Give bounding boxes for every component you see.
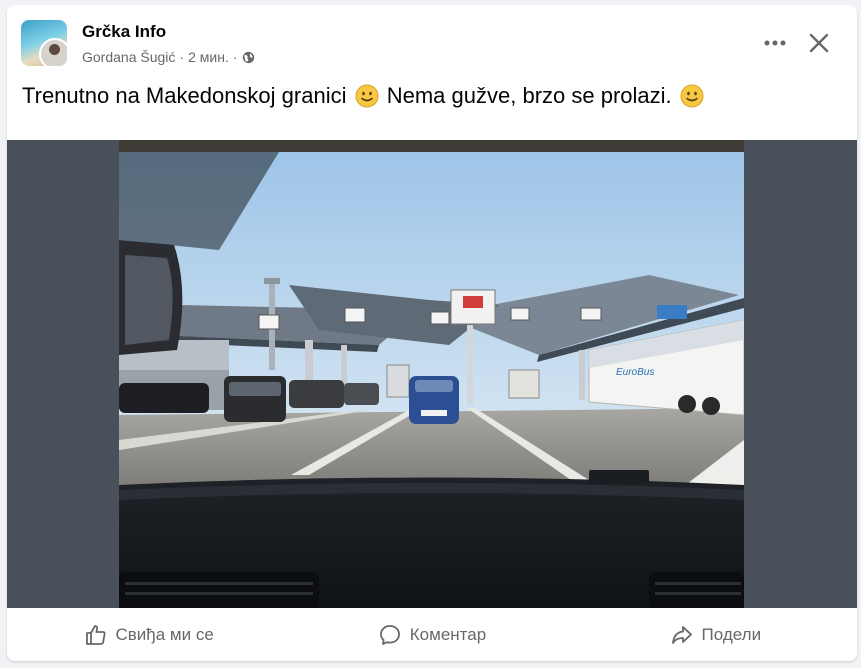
post-card: Grčka Info Gordana Šugić · 2 мин. · Tren… <box>7 5 857 661</box>
slightly-smiling-face-icon <box>355 84 379 108</box>
post-time-link[interactable]: 2 мин. <box>188 49 229 65</box>
group-avatar[interactable] <box>21 20 67 66</box>
thumbs-up-icon <box>85 624 106 645</box>
post-text-part2: Nema gužve, brzo se prolazi. <box>386 83 672 108</box>
post-meta: Gordana Šugić · 2 мин. · <box>82 49 255 65</box>
bus-brand-text: EuroBus <box>616 367 654 378</box>
meta-separator: · <box>232 49 238 65</box>
globe-icon[interactable] <box>242 51 255 64</box>
share-label: Подели <box>701 624 762 644</box>
post-media: EuroBus <box>7 140 857 608</box>
post-photo[interactable]: EuroBus <box>119 140 744 608</box>
post-text-part1: Trenutno na Makedonskoj granici <box>22 83 347 108</box>
more-options-button[interactable] <box>759 31 791 55</box>
share-arrow-icon <box>671 625 692 644</box>
post-message: Trenutno na Makedonskoj granici Nema guž… <box>22 83 706 109</box>
post-actions-bar: Свиђа ми се Коментар Подели <box>7 608 857 661</box>
author-avatar[interactable] <box>39 38 67 66</box>
author-name-link[interactable]: Gordana Šugić <box>82 49 175 65</box>
slightly-smiling-face-icon <box>680 84 704 108</box>
meta-separator: · <box>179 49 185 65</box>
like-label: Свиђа ми се <box>115 624 214 644</box>
group-name-link[interactable]: Grčka Info <box>82 22 166 42</box>
more-horizontal-icon <box>764 40 786 46</box>
comment-label: Коментар <box>409 624 487 644</box>
comment-button[interactable]: Коментар <box>290 615 573 655</box>
close-icon <box>809 33 829 53</box>
like-button[interactable]: Свиђа ми се <box>7 615 290 655</box>
border-crossing-photo: EuroBus <box>119 140 744 608</box>
share-button[interactable]: Подели <box>574 615 857 655</box>
comment-bubble-icon <box>379 624 400 645</box>
close-button[interactable] <box>803 27 835 59</box>
